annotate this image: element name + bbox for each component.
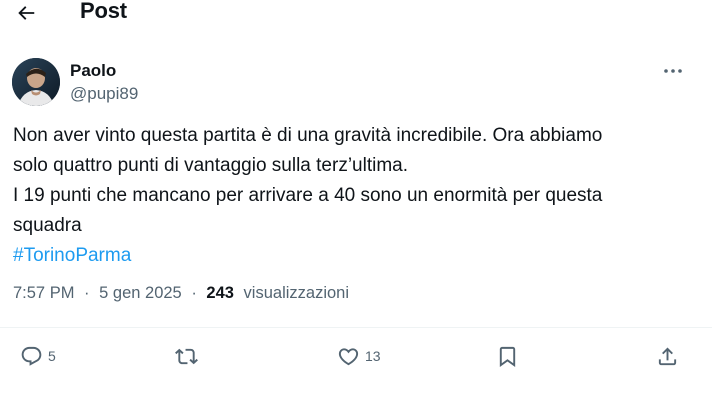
post-header: Post xyxy=(0,0,712,28)
author-handle[interactable]: @pupi89 xyxy=(70,84,138,104)
views-label: visualizzazioni xyxy=(243,284,350,302)
author-name[interactable]: Paolo xyxy=(70,61,116,81)
post-text: Non aver vinto questa partita è di una g… xyxy=(13,121,703,271)
post-text-line: I 19 punti che mancano per arrivare a 40… xyxy=(13,185,603,206)
share-icon xyxy=(658,346,677,365)
bookmark-icon xyxy=(499,346,516,367)
avatar-image xyxy=(12,58,60,106)
heart-icon xyxy=(338,347,359,365)
post-text-line: Non aver vinto questa partita è di una g… xyxy=(13,125,603,146)
meta-separator: · xyxy=(84,284,90,302)
reply-icon xyxy=(21,346,42,366)
post-meta: 7:57 PM · 5 gen 2025 · 243 visualizzazio… xyxy=(13,284,349,303)
like-button[interactable]: 13 xyxy=(337,340,381,372)
views-count: 243 xyxy=(206,284,234,302)
post-text-line: solo quattro punti di vantaggio sulla te… xyxy=(13,155,409,176)
back-button[interactable] xyxy=(12,0,40,26)
repost-icon xyxy=(175,348,198,364)
repost-button[interactable] xyxy=(175,340,203,372)
avatar[interactable] xyxy=(12,58,60,106)
page-title: Post xyxy=(80,0,127,23)
bookmark-button[interactable] xyxy=(496,340,519,372)
more-options-button[interactable] xyxy=(660,62,686,80)
arrow-left-icon xyxy=(18,6,35,20)
share-button[interactable] xyxy=(656,340,679,372)
post-time[interactable]: 7:57 PM xyxy=(13,284,74,302)
more-icon xyxy=(664,69,682,73)
post-date[interactable]: 5 gen 2025 xyxy=(99,284,182,302)
like-count: 13 xyxy=(365,348,381,364)
meta-separator: · xyxy=(191,284,197,302)
reply-count: 5 xyxy=(48,348,56,364)
hashtag-link[interactable]: #TorinoParma xyxy=(13,241,703,271)
reply-button[interactable]: 5 xyxy=(20,340,56,372)
divider xyxy=(0,327,712,328)
action-bar: 5 13 xyxy=(0,340,712,372)
post-text-line: squadra xyxy=(13,215,82,236)
